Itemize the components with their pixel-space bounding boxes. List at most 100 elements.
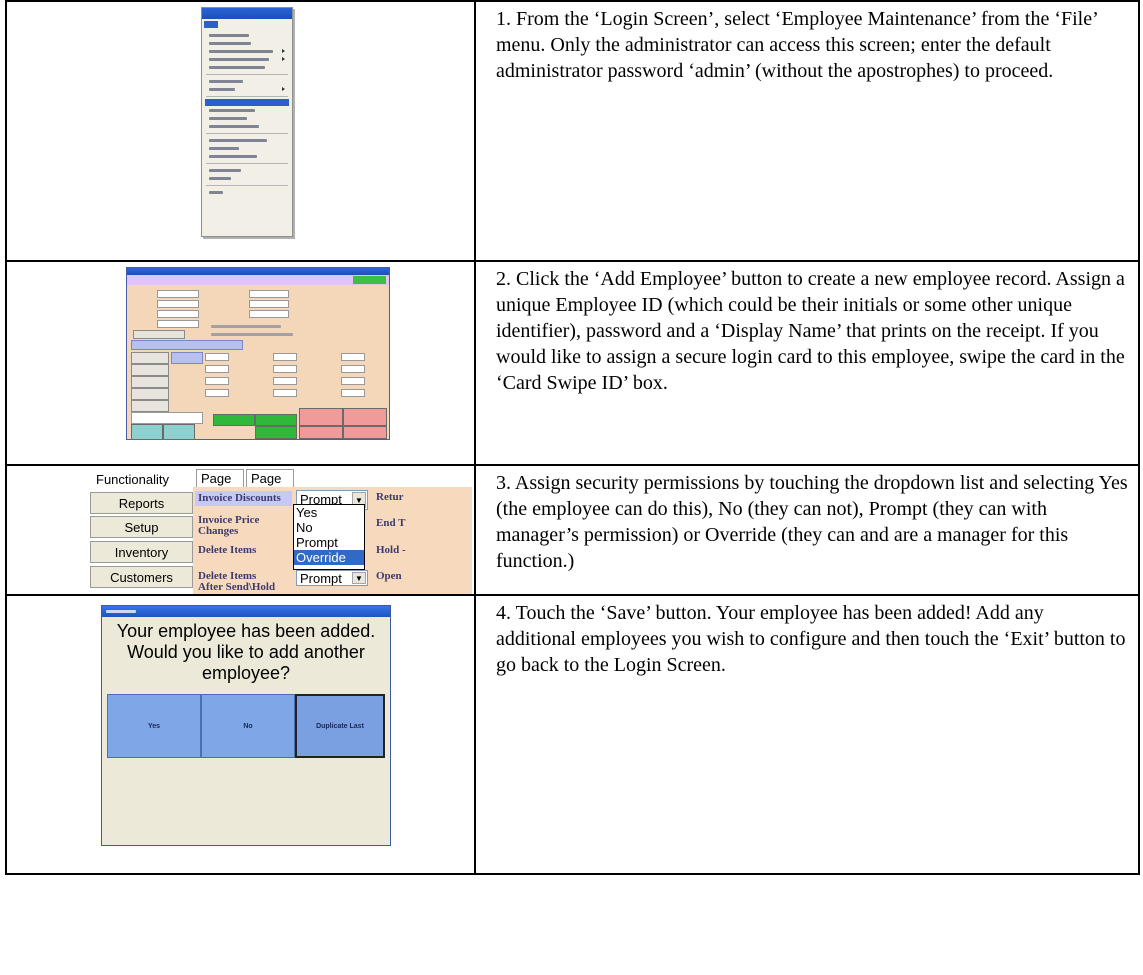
invoice-price-label-line2: Changes xyxy=(198,525,239,537)
permission-combo[interactable] xyxy=(273,365,297,373)
inventory-button[interactable]: Inventory xyxy=(90,541,193,563)
menu-item xyxy=(209,80,243,83)
permission-combo[interactable] xyxy=(273,389,297,397)
combo-value: Prompt xyxy=(300,571,342,586)
yes-button[interactable]: Yes xyxy=(107,694,201,758)
submenu-arrow-icon xyxy=(282,49,285,53)
employee-maintenance-screenshot xyxy=(126,267,390,440)
step-row-4: Your employee has been added. Would you … xyxy=(5,594,1140,875)
save-employee-button[interactable] xyxy=(255,414,297,426)
permission-dropdown-list[interactable]: Yes No Prompt Override xyxy=(293,504,365,570)
setup-button[interactable]: Setup xyxy=(90,516,193,538)
dialog-message-line-3: employee? xyxy=(201,663,291,683)
instruction-table: 1. From the ‘Login Screen’, select ‘Empl… xyxy=(5,0,1140,875)
step-row-3: Functionality Reports Setup Inventory Cu… xyxy=(5,464,1140,596)
invoice-discounts-label: Invoice Discounts xyxy=(195,491,292,506)
menu-separator xyxy=(206,133,288,134)
step-2-image-cell xyxy=(5,260,476,466)
checkbox-label xyxy=(211,333,293,336)
display-name-field[interactable] xyxy=(157,320,199,328)
permission-combo[interactable] xyxy=(205,353,229,361)
inventory-nav[interactable] xyxy=(131,388,169,400)
tab-page-1[interactable]: Page 1 xyxy=(196,469,244,501)
functionality-nav[interactable] xyxy=(131,352,169,364)
submenu-arrow-icon xyxy=(282,87,285,91)
step-4-text: 4. Touch the ‘Save’ button. Your employe… xyxy=(496,602,1126,676)
delete-items-after-send-label-line2: After Send\Hold xyxy=(198,581,276,593)
permission-combo[interactable] xyxy=(341,365,365,373)
setup-nav[interactable] xyxy=(131,376,169,388)
license-field[interactable] xyxy=(249,300,289,308)
dialog-message: Your employee has been added. Would you … xyxy=(102,621,390,684)
reports-nav[interactable] xyxy=(131,364,169,376)
option-no[interactable]: No xyxy=(294,520,364,535)
menu-titlebar xyxy=(202,8,292,19)
step-4-image-cell: Your employee has been added. Would you … xyxy=(5,594,476,875)
menu-separator xyxy=(206,74,288,75)
tab-page-2[interactable]: Page 2 xyxy=(246,469,294,501)
add-employee-button[interactable] xyxy=(213,414,255,426)
menu-item xyxy=(209,169,241,172)
add-codes-button[interactable] xyxy=(299,408,343,426)
permission-combo[interactable] xyxy=(273,353,297,361)
password-field[interactable] xyxy=(157,310,199,318)
step-3-text-cell: 3. Assign security permissions by touchi… xyxy=(474,464,1140,596)
step-1-text-cell: 1. From the ‘Login Screen’, select ‘Empl… xyxy=(474,0,1140,262)
delete-button[interactable] xyxy=(299,426,343,439)
permission-combo[interactable] xyxy=(341,353,365,361)
option-prompt[interactable]: Prompt xyxy=(294,535,364,550)
chevron-down-icon[interactable]: ▼ xyxy=(352,572,366,584)
disable-employee-button[interactable] xyxy=(133,330,185,339)
functionality-tab[interactable]: Functionality xyxy=(90,468,193,490)
submenu-arrow-icon xyxy=(282,57,285,61)
first-name-field[interactable] xyxy=(157,300,199,308)
exit-button[interactable] xyxy=(343,426,387,439)
customers-button[interactable]: Customers xyxy=(90,566,193,588)
time-clock-button[interactable] xyxy=(343,408,387,426)
permission-combo[interactable] xyxy=(205,377,229,385)
file-menu-tab xyxy=(204,21,218,28)
employee-maintenance-menu-item[interactable] xyxy=(205,99,289,106)
hourly-wage-field[interactable] xyxy=(249,310,289,318)
save-button[interactable] xyxy=(255,426,297,439)
option-override[interactable]: Override xyxy=(294,550,364,565)
previous-button[interactable] xyxy=(131,424,163,440)
menu-separator xyxy=(206,185,288,186)
menu-separator xyxy=(206,96,288,97)
card-swipe-id-field[interactable] xyxy=(131,412,203,424)
employee-id-field[interactable] xyxy=(157,290,199,298)
dialog-message-line-1: Your employee has been added. xyxy=(116,621,376,641)
permission-label xyxy=(171,352,203,364)
next-button[interactable] xyxy=(163,424,195,440)
menu-item xyxy=(209,66,265,69)
employee-tabs[interactable] xyxy=(131,340,243,350)
step-1-text: 1. From the ‘Login Screen’, select ‘Empl… xyxy=(496,8,1098,82)
menu-item xyxy=(209,155,257,158)
permission-combo[interactable] xyxy=(205,365,229,373)
step-3-text: 3. Assign security permissions by touchi… xyxy=(496,472,1128,572)
no-button[interactable]: No xyxy=(201,694,295,758)
permission-combo[interactable] xyxy=(341,377,365,385)
option-yes[interactable]: Yes xyxy=(294,505,364,520)
customers-nav[interactable] xyxy=(131,400,169,412)
last-name-field[interactable] xyxy=(249,290,289,298)
permission-combo[interactable] xyxy=(341,389,365,397)
permission-combo[interactable] xyxy=(205,389,229,397)
question-box-dialog: Your employee has been added. Would you … xyxy=(101,605,391,846)
step-row-1: 1. From the ‘Login Screen’, select ‘Empl… xyxy=(5,0,1140,262)
window-titlebar xyxy=(127,268,389,275)
menu-item xyxy=(209,177,231,180)
permission-combo[interactable] xyxy=(273,377,297,385)
menu-item xyxy=(209,58,269,61)
menu-separator xyxy=(206,163,288,164)
reports-button[interactable]: Reports xyxy=(90,492,193,514)
delete-items-after-send-combo[interactable]: Prompt ▼ xyxy=(296,570,368,586)
step-4-text-cell: 4. Touch the ‘Save’ button. Your employe… xyxy=(474,594,1140,875)
menu-item xyxy=(209,125,259,128)
delete-items-label: Delete Items xyxy=(198,544,257,556)
duplicate-last-button[interactable]: Duplicate Last xyxy=(295,694,385,758)
menu-item xyxy=(209,50,273,53)
file-menu-screenshot xyxy=(201,7,293,237)
step-2-text-cell: 2. Click the ‘Add Employee’ button to cr… xyxy=(474,260,1140,466)
menu-item xyxy=(209,109,255,112)
